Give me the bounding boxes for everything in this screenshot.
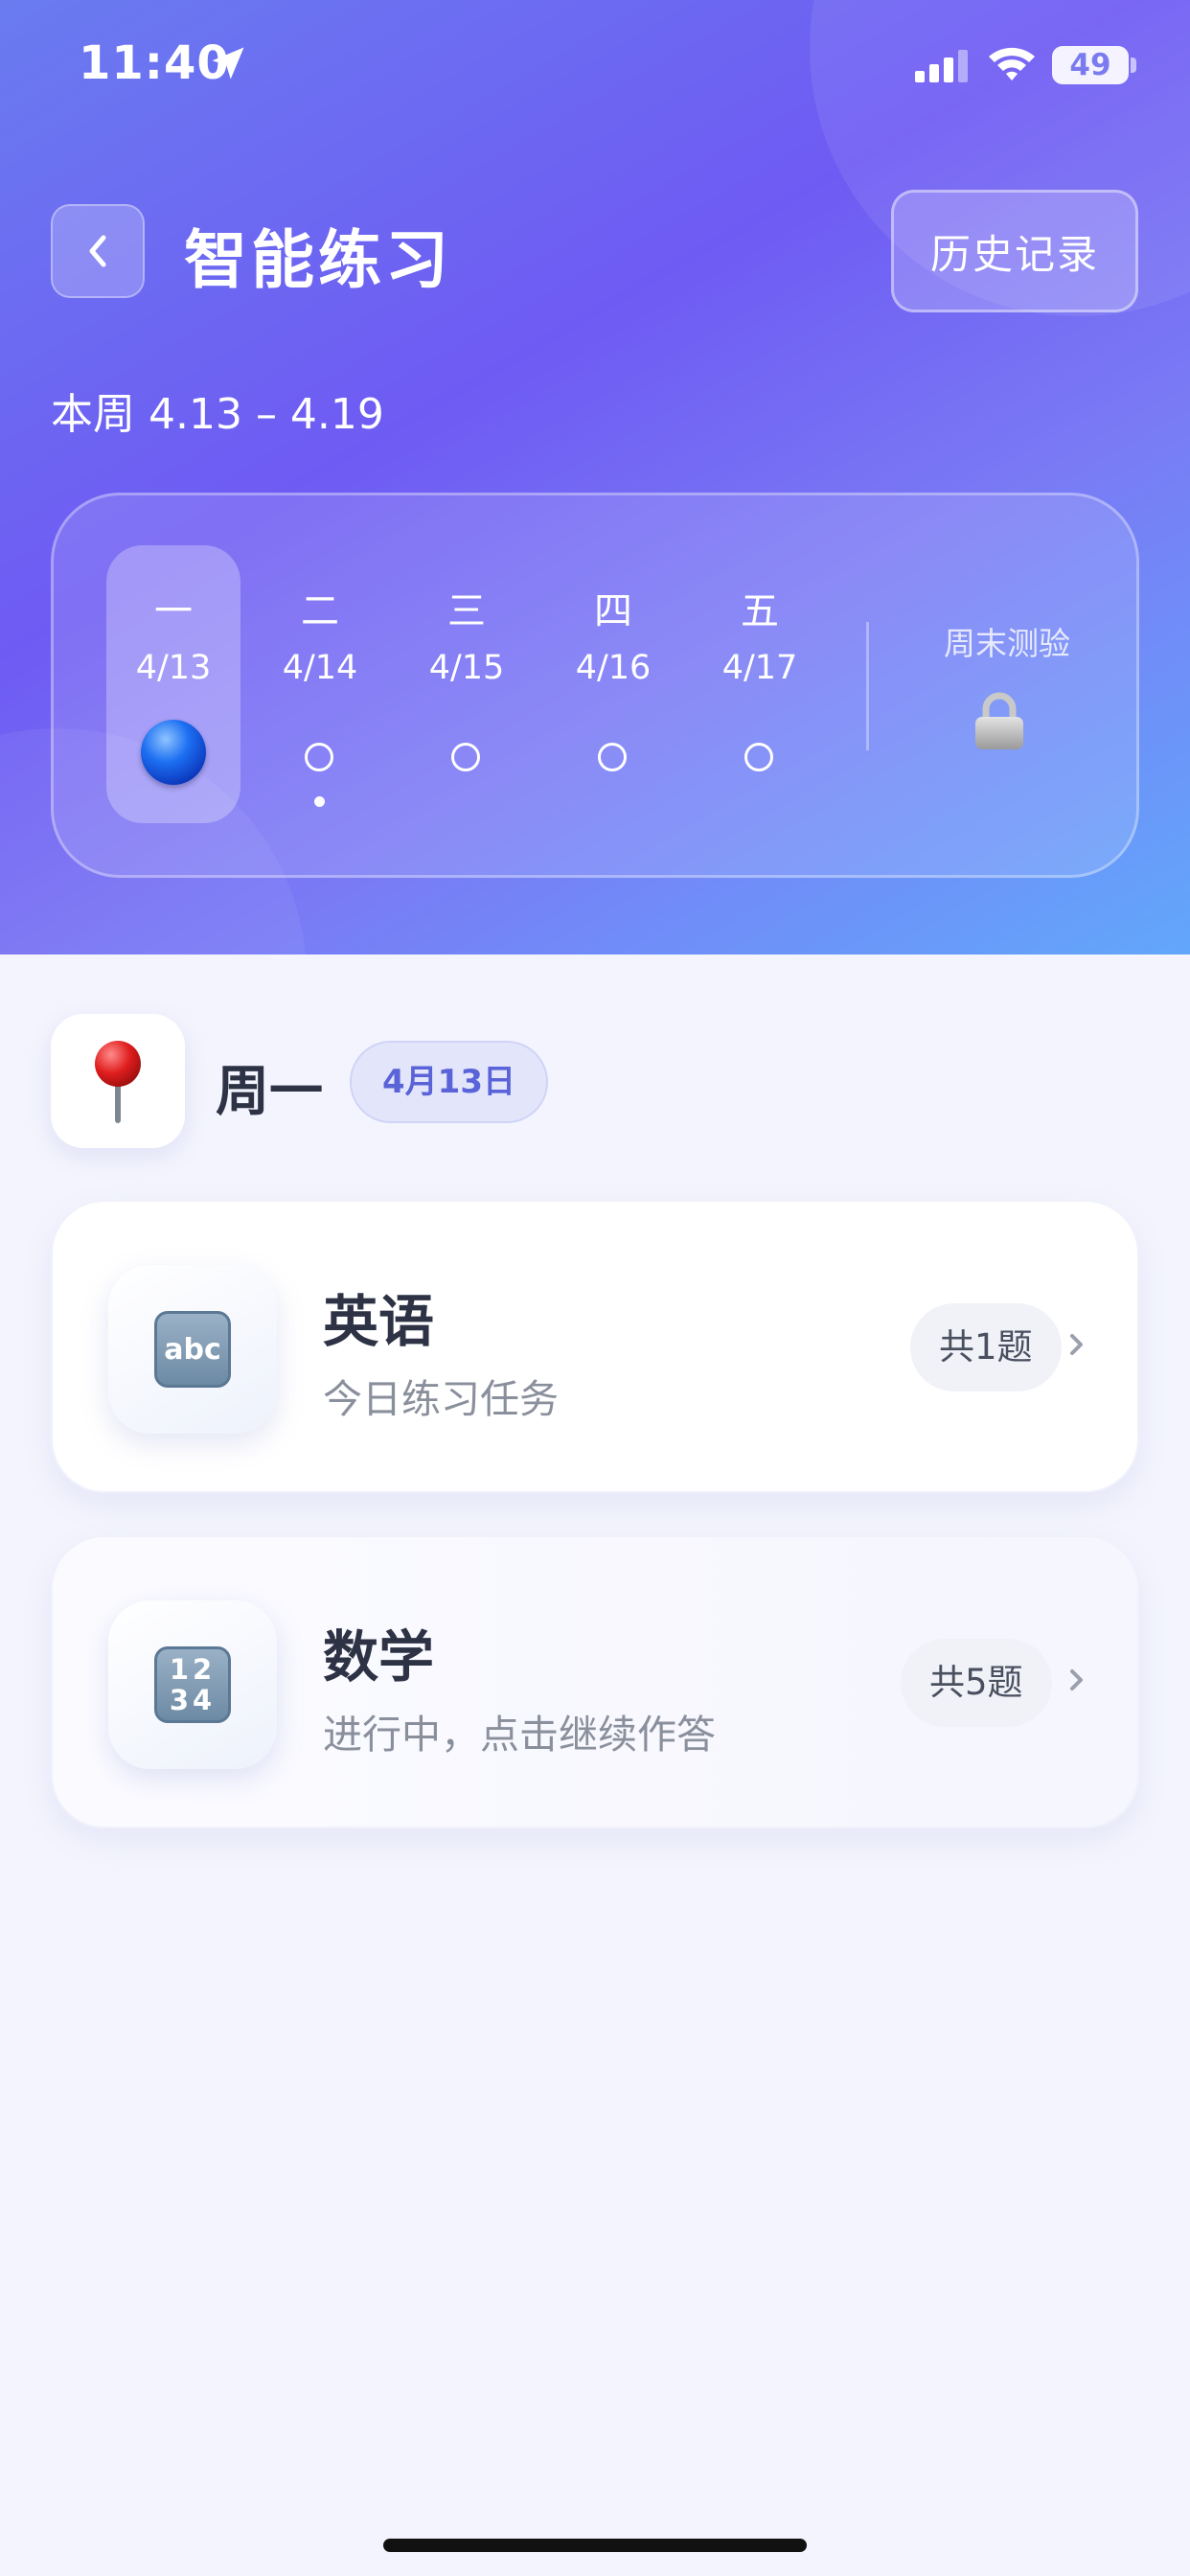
weekday-label: 一 [154,589,193,633]
subject-card-math[interactable]: 12 34 数学 进行中，点击继续作答 共5题 [51,1535,1139,1828]
page-title: 智能练习 [184,223,452,297]
subject-icon-badge: 12 34 [108,1600,277,1769]
history-button[interactable]: 历史记录 [891,190,1138,312]
pin-badge [51,1014,185,1148]
status-ring-icon [305,743,333,771]
day-date: 4/15 [428,649,505,687]
week-range-label: 本周 4.13 – 4.19 [51,390,384,439]
back-button[interactable] [51,204,145,298]
battery-indicator: 49 [1052,46,1129,84]
day-item-wed[interactable]: 三 4/15 [400,545,534,823]
day-item-thu[interactable]: 四 4/16 [546,545,680,823]
day-item-tue[interactable]: 二 4/14 [253,545,387,823]
question-count-chip: 共1题 [910,1303,1062,1392]
date-chip: 4月13日 [350,1041,548,1123]
wifi-icon [989,47,1035,80]
weekday-label: 三 [447,589,486,633]
abc-key-icon: abc [154,1311,231,1388]
header-hero: 11:40 49 智能练习 历史记录 本周 4.13 – 4.19 一 4/13… [0,0,1190,954]
status-ring-icon [744,743,773,771]
today-dot-indicator [314,796,325,807]
day-date: 4/14 [282,649,358,687]
weekday-label: 五 [741,589,779,633]
location-arrow-icon [212,47,244,80]
day-date: 4/16 [575,649,652,687]
chevron-right-icon [1070,1334,1083,1355]
question-count-chip: 共5题 [901,1639,1052,1727]
day-date: 4/13 [135,649,212,687]
status-bar: 11:40 49 [0,0,1190,129]
subject-name: 英语 [323,1289,435,1354]
chevron-right-icon [1070,1669,1083,1690]
day-item-mon[interactable]: 一 4/13 [106,545,240,823]
numbers-key-row: 12 [169,1653,217,1686]
weekend-quiz-label: 周末测验 [944,625,1070,662]
day-name-label: 周一 [216,1061,323,1123]
numbers-key-icon: 12 34 [154,1646,231,1723]
numbers-key-row: 34 [169,1684,217,1716]
subject-card-english[interactable]: abc 英语 今日练习任务 共1题 [51,1200,1139,1493]
lock-icon[interactable] [972,692,1027,751]
pushpin-icon [95,1041,141,1123]
home-indicator[interactable] [383,2539,807,2552]
battery-cap [1131,58,1136,73]
subject-name: 数学 [323,1624,435,1690]
chevron-left-icon [89,235,106,267]
status-ring-icon [451,743,480,771]
subject-description: 今日练习任务 [323,1376,559,1422]
day-date: 4/17 [721,649,798,687]
blue-circle-icon [141,720,206,785]
weekday-label: 二 [301,589,339,633]
selected-day-header: 周一 4月13日 [51,1014,626,1148]
cellular-signal-icon [915,50,968,82]
weekday-label: 四 [594,589,632,633]
status-ring-icon [598,743,627,771]
divider [866,622,869,750]
subject-icon-badge: abc [108,1265,277,1434]
subject-description: 进行中，点击继续作答 [323,1712,716,1758]
week-calendar: 一 4/13 二 4/14 三 4/15 四 4/16 五 4/17 周末测验 [51,493,1139,878]
day-item-fri[interactable]: 五 4/17 [693,545,827,823]
